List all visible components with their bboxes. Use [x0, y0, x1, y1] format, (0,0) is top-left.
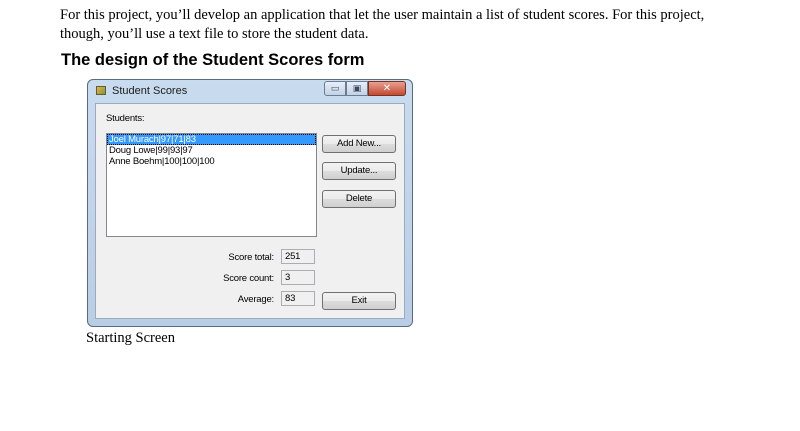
list-item[interactable]: Joel Murach|97|71|83 [107, 134, 316, 145]
add-new-button[interactable]: Add New... [322, 135, 396, 153]
form-client-area: Students: Joel Murach|97|71|83 Doug Lowe… [95, 103, 405, 319]
score-count-field: 3 [281, 270, 315, 285]
maximize-icon: ▣ [352, 83, 362, 94]
update-button[interactable]: Update... [322, 162, 396, 180]
close-icon: ✕ [382, 83, 392, 94]
section-heading: The design of the Student Scores form [61, 51, 365, 69]
title-bar[interactable]: Student Scores ▭ ▣ ✕ [88, 80, 412, 102]
score-total-label: Score total: [228, 252, 274, 263]
minimize-button[interactable]: ▭ [324, 81, 346, 96]
delete-button[interactable]: Delete [322, 190, 396, 208]
score-count-label: Score count: [223, 273, 274, 284]
app-icon [96, 86, 106, 95]
student-scores-window: Student Scores ▭ ▣ ✕ Students: Joel Mura… [87, 79, 413, 327]
window-title: Student Scores [112, 85, 188, 97]
minimize-icon: ▭ [330, 83, 340, 94]
close-button[interactable]: ✕ [368, 81, 406, 96]
students-listbox[interactable]: Joel Murach|97|71|83 Doug Lowe|99|93|97 … [106, 133, 317, 237]
maximize-button[interactable]: ▣ [346, 81, 368, 96]
figure-caption: Starting Screen [86, 330, 175, 346]
list-item[interactable]: Anne Boehm|100|100|100 [107, 156, 316, 167]
caption-buttons: ▭ ▣ ✕ [324, 81, 406, 97]
intro-paragraph: For this project, you’ll develop an appl… [60, 7, 705, 42]
average-label: Average: [237, 294, 274, 305]
average-field: 83 [281, 291, 315, 306]
students-label: Students: [106, 113, 145, 124]
list-item[interactable]: Doug Lowe|99|93|97 [107, 145, 316, 156]
score-total-field: 251 [281, 249, 315, 264]
exit-button[interactable]: Exit [322, 292, 396, 310]
